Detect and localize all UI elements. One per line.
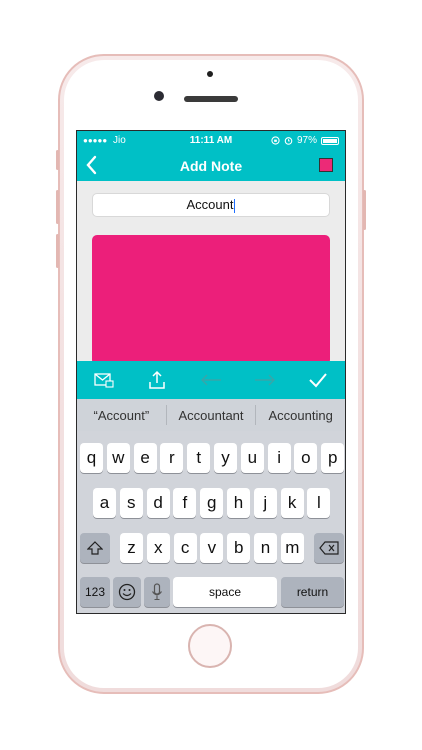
key-t[interactable]: t <box>187 443 211 473</box>
key-j[interactable]: j <box>253 488 277 518</box>
autocorrect-suggestions: “Account” Accountant Accounting <box>77 399 345 431</box>
key-v[interactable]: v <box>200 533 224 563</box>
key-b[interactable]: b <box>227 533 251 563</box>
key-d[interactable]: d <box>146 488 170 518</box>
key-x[interactable]: x <box>146 533 170 563</box>
alarm-icon <box>284 137 293 145</box>
delete-key[interactable] <box>314 533 344 563</box>
volume-up-button <box>56 190 59 224</box>
shift-icon <box>87 541 103 555</box>
key-i[interactable]: i <box>267 443 291 473</box>
key-w[interactable]: w <box>106 443 130 473</box>
space-key[interactable]: space <box>173 577 277 607</box>
note-editor: Account <box>77 181 345 365</box>
backspace-icon <box>319 541 339 555</box>
volume-down-button <box>56 234 59 268</box>
suggestion-item[interactable]: Accountant <box>167 399 256 431</box>
proximity-sensor <box>207 71 213 77</box>
suggestion-item[interactable]: Accounting <box>256 399 345 431</box>
emoji-key[interactable] <box>113 577 141 607</box>
dictation-key[interactable] <box>144 577 170 607</box>
key-u[interactable]: u <box>240 443 264 473</box>
earpiece-speaker <box>184 96 238 102</box>
rotation-lock-icon <box>271 136 280 145</box>
suggestion-item[interactable]: “Account” <box>77 399 166 431</box>
key-o[interactable]: o <box>294 443 318 473</box>
emoji-icon <box>118 583 136 601</box>
arrow-right-icon[interactable] <box>252 367 278 393</box>
key-h[interactable]: h <box>227 488 250 518</box>
key-g[interactable]: g <box>200 488 224 518</box>
status-right: 97% <box>271 135 339 146</box>
keyboard: 123 space return qwertyuiop asdfghjkl zxcv… <box>77 431 345 613</box>
page-title: Add Note <box>179 158 243 174</box>
note-title-value: Account <box>186 197 234 212</box>
note-toolbar <box>77 361 345 399</box>
key-y[interactable]: y <box>214 443 237 473</box>
key-n[interactable]: n <box>254 533 277 563</box>
key-p[interactable]: p <box>321 443 345 473</box>
key-m[interactable]: m <box>280 533 304 563</box>
text-cursor <box>234 198 236 213</box>
mail-icon[interactable] <box>91 367 117 393</box>
arrow-left-icon[interactable] <box>198 367 224 393</box>
status-bar: ●●●●● Jio 11:11 AM 97% <box>77 131 345 151</box>
share-icon[interactable] <box>144 367 170 393</box>
note-title-input[interactable]: Account <box>92 193 330 217</box>
battery-icon <box>321 136 339 145</box>
key-l[interactable]: l <box>307 488 331 518</box>
key-c[interactable]: c <box>173 533 197 563</box>
color-picker-button[interactable] <box>319 158 333 172</box>
power-button <box>363 190 366 230</box>
microphone-icon <box>152 583 162 601</box>
checkmark-icon[interactable] <box>305 367 331 393</box>
key-a[interactable]: a <box>93 488 116 518</box>
shift-key[interactable] <box>80 533 110 563</box>
key-s[interactable]: s <box>119 488 143 518</box>
front-camera <box>154 91 164 101</box>
key-f[interactable]: f <box>173 488 197 518</box>
home-button[interactable] <box>188 624 232 668</box>
numbers-key[interactable]: 123 <box>80 577 110 607</box>
key-q[interactable]: q <box>80 443 103 473</box>
key-e[interactable]: e <box>133 443 157 473</box>
key-z[interactable]: z <box>120 533 143 563</box>
return-key[interactable]: return <box>281 577 344 607</box>
mute-switch <box>56 150 59 170</box>
navigation-bar: Add Note <box>77 151 345 181</box>
key-r[interactable]: r <box>160 443 184 473</box>
battery-percent: 97% <box>296 135 317 146</box>
note-body-area[interactable] <box>92 235 330 365</box>
screen: ●●●●● Jio 11:11 AM 97% Add Note Account <box>76 130 346 614</box>
key-k[interactable]: k <box>280 488 304 518</box>
